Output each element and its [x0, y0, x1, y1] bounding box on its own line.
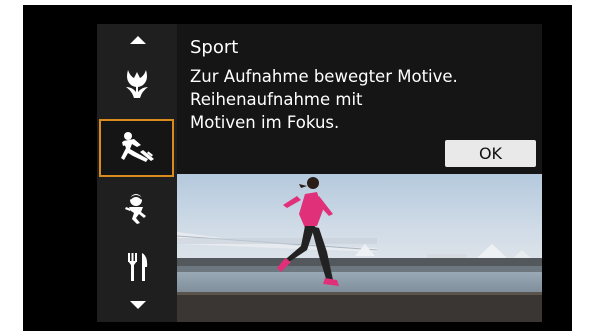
ok-button[interactable]: OK [445, 140, 536, 167]
mode-description-line: Zur Aufnahme bewegter Motive. [190, 67, 458, 86]
scroll-up-arrow-icon[interactable] [130, 36, 146, 44]
sample-photo [177, 174, 542, 322]
mode-selector [97, 24, 177, 322]
mode-item-sports[interactable] [99, 119, 174, 177]
mode-description: Zur Aufnahme bewegter Motive. Reihenaufn… [190, 65, 530, 134]
mode-item-macro[interactable] [97, 54, 177, 112]
mode-item-food[interactable] [97, 238, 177, 296]
mode-info-box: Sport Zur Aufnahme bewegter Motive. Reih… [177, 24, 542, 174]
sports-runner-icon [120, 132, 154, 162]
mode-title: Sport [190, 37, 239, 58]
mode-description-line: Motiven im Fokus. [190, 113, 340, 132]
macro-flower-icon [126, 70, 148, 98]
mode-description-line: Reihenaufnahme mit [190, 90, 363, 109]
camera-screen: Sport Zur Aufnahme bewegter Motive. Reih… [23, 5, 572, 331]
scroll-down-arrow-icon[interactable] [130, 301, 146, 309]
scene-mode-panel: Sport Zur Aufnahme bewegter Motive. Reih… [97, 24, 542, 322]
mode-item-kids[interactable] [97, 180, 177, 238]
food-icon [128, 253, 148, 281]
kids-icon [125, 194, 146, 224]
